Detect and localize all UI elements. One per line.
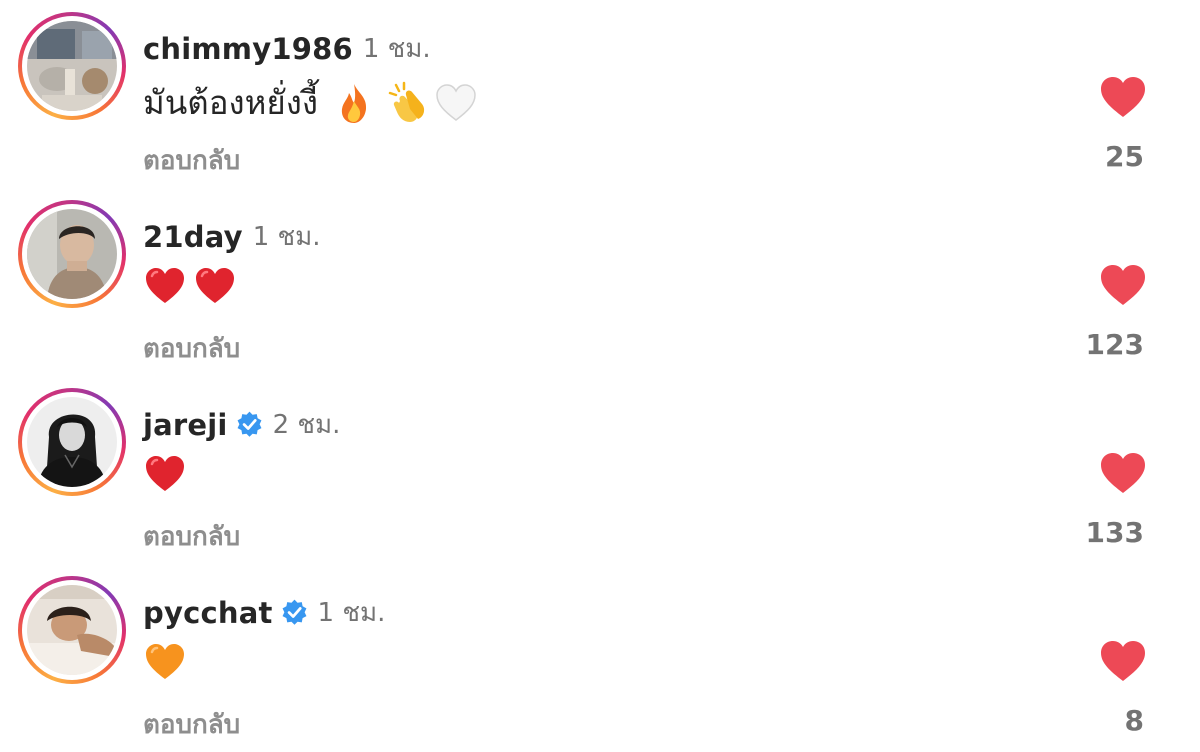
comment-body: มันต้องหยั่งงี้: [143, 83, 318, 122]
comment-item: pycchat 1 ชม. ตอบกลับ 8: [0, 564, 1200, 752]
like-heart-icon[interactable]: [1100, 264, 1146, 306]
story-ring[interactable]: [18, 12, 126, 120]
like-count: 25: [1105, 140, 1144, 173]
red-heart-emoji: [143, 264, 187, 308]
comment-item: jareji 2 ชม. ตอบกลับ 133: [0, 376, 1200, 564]
like-heart-icon[interactable]: [1100, 76, 1146, 118]
avatar[interactable]: [27, 397, 117, 487]
reply-button[interactable]: ตอบกลับ: [143, 140, 240, 181]
comment-item: chimmy1986 1 ชม. มันต้องหยั่งงี้ ตอบกลับ: [0, 0, 1200, 188]
like-heart-icon[interactable]: [1100, 640, 1146, 682]
timestamp: 1 ชม.: [252, 222, 321, 252]
like-count: 123: [1085, 328, 1144, 361]
like-count: 133: [1085, 516, 1144, 549]
story-ring[interactable]: [18, 388, 126, 496]
orange-heart-emoji: [143, 640, 187, 684]
username[interactable]: pycchat: [143, 596, 273, 630]
verified-badge-icon: [281, 599, 308, 626]
comment-text: [143, 452, 187, 496]
username[interactable]: chimmy1986: [143, 32, 353, 66]
username[interactable]: jareji: [143, 408, 228, 442]
verified-badge-icon: [236, 411, 263, 438]
timestamp: 1 ชม.: [317, 598, 386, 628]
avatar[interactable]: [27, 209, 117, 299]
white-heart-emoji: [434, 81, 478, 125]
comment-item: 21day 1 ชม. ตอบกลับ 123: [0, 188, 1200, 376]
timestamp: 2 ชม.: [272, 410, 341, 440]
clapping-hands-emoji: [386, 81, 430, 125]
comment-text: มันต้องหยั่งงี้: [143, 76, 478, 129]
comment-text: [143, 640, 187, 684]
comment-text: [143, 264, 237, 308]
like-count: 8: [1124, 704, 1144, 737]
avatar[interactable]: [27, 21, 117, 111]
like-heart-icon[interactable]: [1100, 452, 1146, 494]
story-ring[interactable]: [18, 576, 126, 684]
avatar[interactable]: [27, 585, 117, 675]
reply-button[interactable]: ตอบกลับ: [143, 328, 240, 369]
timestamp: 1 ชม.: [362, 34, 431, 64]
fire-emoji: [332, 81, 376, 125]
username[interactable]: 21day: [143, 220, 243, 254]
reply-button[interactable]: ตอบกลับ: [143, 516, 240, 557]
story-ring[interactable]: [18, 200, 126, 308]
red-heart-emoji: [143, 452, 187, 496]
reply-button[interactable]: ตอบกลับ: [143, 704, 240, 745]
red-heart-emoji: [193, 264, 237, 308]
